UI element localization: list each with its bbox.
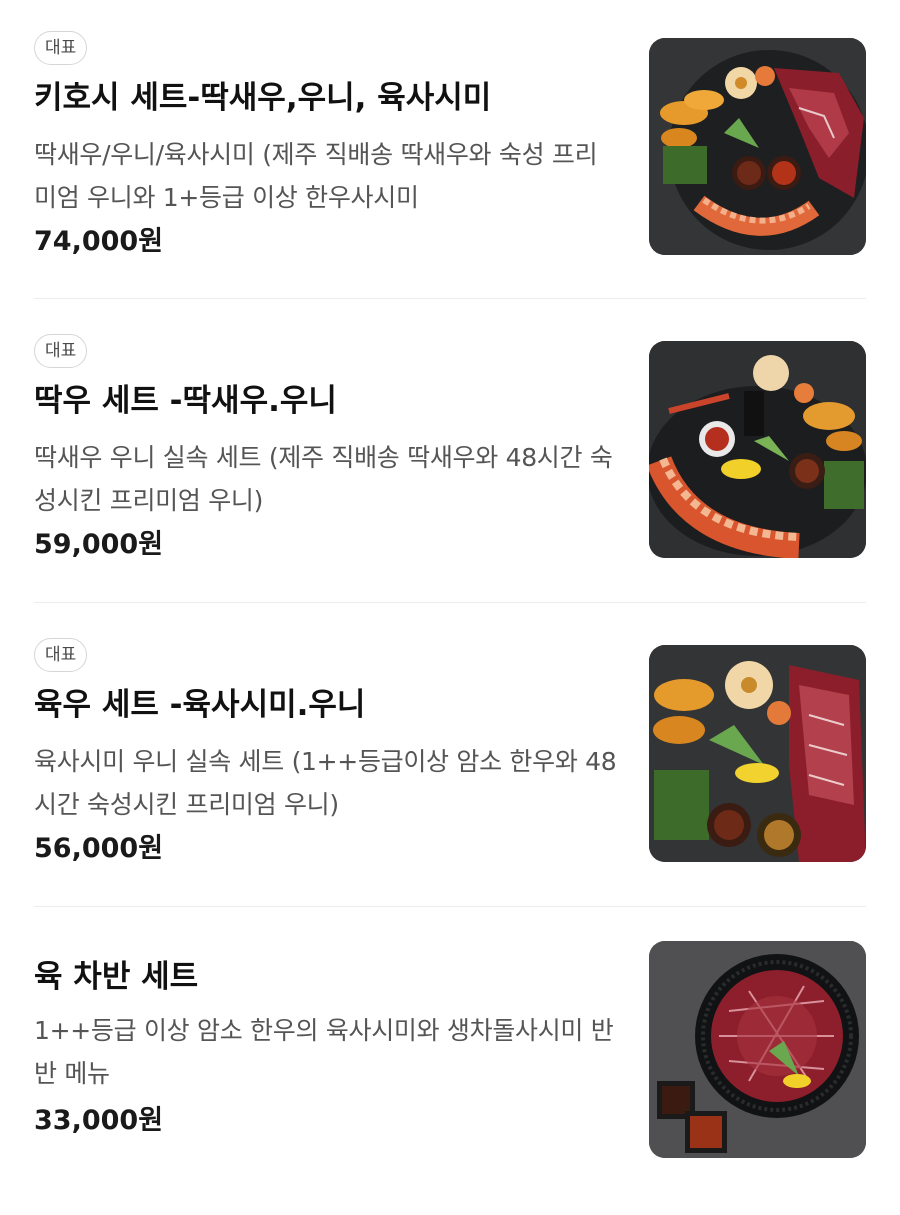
- menu-item-photo[interactable]: [649, 341, 866, 558]
- menu-item-description: 딱새우/우니/육사시미 (제주 직배송 딱새우와 숙성 프리미엄 우니와 1+등…: [34, 140, 598, 212]
- menu-item-price: 59,000원: [34, 529, 164, 560]
- food-platter-image: [649, 645, 866, 862]
- menu-item-description: 육사시미 우니 실속 세트 (1++등급이상 암소 한우와 48시간 숙성시킨 …: [34, 747, 617, 819]
- divider: [34, 602, 866, 603]
- menu-item-photo[interactable]: [649, 38, 866, 255]
- food-platter-image: [649, 941, 866, 1158]
- menu-item-name: 딱우 세트 -딱새우.우니: [34, 383, 337, 419]
- food-platter-image: [649, 38, 866, 255]
- signature-badge: 대표: [34, 638, 88, 672]
- divider: [34, 906, 866, 907]
- menu-item-price: 33,000원: [34, 1105, 164, 1136]
- menu-item-price: 56,000원: [34, 833, 164, 864]
- food-platter-image: [649, 341, 866, 558]
- menu-item-price: 74,000원: [34, 226, 164, 257]
- menu-item-photo[interactable]: [649, 941, 866, 1158]
- menu-item-name: 육 차반 세트: [34, 959, 199, 995]
- menu-item-description: 1++등급 이상 암소 한우의 육사시미와 생차돌사시미 반반 메뉴: [34, 1016, 614, 1088]
- menu-item-photo[interactable]: [649, 645, 866, 862]
- menu-item-yuku-set[interactable]: 대표 육우 세트 -육사시미.우니 육사시미 우니 실속 세트 (1++등급이상…: [34, 607, 866, 911]
- menu-list: 대표 키호시 세트-딱새우,우니, 육사시미 딱새우/우니/육사시미 (제주 직…: [0, 0, 900, 1188]
- menu-item-kihoshi-set[interactable]: 대표 키호시 세트-딱새우,우니, 육사시미 딱새우/우니/육사시미 (제주 직…: [34, 0, 866, 304]
- menu-item-yuk-chaban-set[interactable]: 육 차반 세트 1++등급 이상 암소 한우의 육사시미와 생차돌사시미 반반 …: [34, 911, 866, 1215]
- signature-badge: 대표: [34, 334, 88, 368]
- divider: [34, 298, 866, 299]
- menu-item-name: 키호시 세트-딱새우,우니, 육사시미: [34, 80, 492, 116]
- signature-badge: 대표: [34, 31, 88, 65]
- menu-item-ddaku-set[interactable]: 대표 딱우 세트 -딱새우.우니 딱새우 우니 실속 세트 (제주 직배송 딱새…: [34, 303, 866, 607]
- menu-item-description: 딱새우 우니 실속 세트 (제주 직배송 딱새우와 48시간 숙성시킨 프리미엄…: [34, 443, 613, 515]
- menu-item-name: 육우 세트 -육사시미.우니: [34, 687, 366, 723]
